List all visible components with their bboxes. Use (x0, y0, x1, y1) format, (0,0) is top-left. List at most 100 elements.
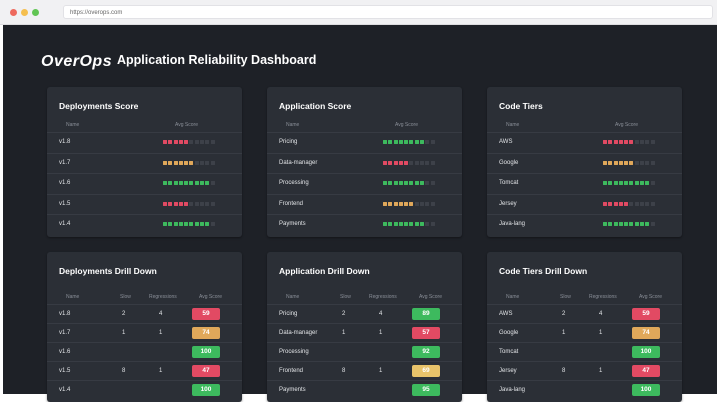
score-row[interactable]: Jersey (487, 193, 682, 215)
score-bar-segment (414, 222, 419, 226)
score-bar-segment (640, 222, 645, 226)
row-regressions: 4 (599, 311, 603, 317)
card-title: Code Tiers (499, 101, 543, 111)
drill-row[interactable]: Frontend 8 1 69 (267, 361, 462, 381)
row-regressions: 4 (159, 311, 163, 317)
score-bar-segment (420, 181, 425, 185)
score-row[interactable]: v1.4 (47, 214, 242, 235)
card-title: Code Tiers Drill Down (499, 266, 588, 276)
score-bar-segment (398, 181, 403, 185)
score-bar-segment (178, 222, 183, 226)
score-row[interactable]: Frontend (267, 193, 462, 215)
score-bar-segment (603, 140, 607, 144)
drill-row[interactable]: v1.7 1 1 74 (47, 323, 242, 343)
score-bar-segment (430, 181, 435, 185)
score-bar-segment (409, 201, 414, 206)
score-bar-segment (634, 181, 639, 185)
score-row[interactable]: Data-manager (267, 152, 462, 174)
score-row[interactable]: Pricing (267, 132, 462, 153)
close-window-button[interactable] (10, 9, 17, 16)
column-header-regressions: Regressions (589, 294, 617, 300)
address-bar[interactable]: https://overops.com (63, 5, 713, 19)
score-bar-segment (640, 140, 645, 144)
row-regressions: 1 (379, 330, 383, 336)
drill-row[interactable]: Google 1 1 74 (487, 323, 682, 343)
score-row[interactable]: v1.6 (47, 173, 242, 194)
maximize-window-button[interactable] (32, 9, 39, 16)
drill-row[interactable]: AWS 2 4 59 (487, 304, 682, 324)
avg-score-badge: 59 (192, 308, 220, 320)
score-row[interactable]: v1.8 (47, 132, 242, 153)
score-bar-segment (640, 201, 645, 206)
score-bar-segment (383, 160, 387, 165)
score-row[interactable]: Processing (267, 173, 462, 194)
score-bar-segment (200, 181, 205, 185)
minimize-window-button[interactable] (21, 9, 28, 16)
score-bar-segment (645, 222, 650, 226)
score-row[interactable]: Java-lang (487, 214, 682, 235)
score-bar-segment (629, 160, 634, 165)
score-bar-segment (388, 222, 393, 226)
score-bar-segment (398, 201, 403, 206)
column-header-name: Name (286, 122, 300, 128)
score-row[interactable]: Google (487, 152, 682, 174)
score-bar-segment (613, 181, 618, 185)
deployments-score-card: Deployments Score Name Avg Score v1.8 v1.7 v1… (47, 87, 242, 237)
score-row[interactable]: AWS (487, 132, 682, 153)
score-bar (603, 201, 656, 206)
score-bar-segment (173, 201, 178, 206)
drill-row[interactable]: v1.4 100 (47, 380, 242, 400)
drill-row[interactable]: Java-lang 100 (487, 380, 682, 400)
score-row[interactable]: Payments (267, 214, 462, 235)
row-regressions: 4 (379, 311, 383, 317)
drill-row[interactable]: v1.5 8 1 47 (47, 361, 242, 381)
score-row[interactable]: v1.7 (47, 152, 242, 174)
drill-row[interactable]: Payments 95 (267, 380, 462, 400)
score-bar-segment (393, 140, 398, 144)
drill-row[interactable]: Jersey 8 1 47 (487, 361, 682, 381)
row-name: v1.6 (59, 180, 71, 186)
score-bar-segment (173, 222, 178, 226)
score-bar-segment (404, 222, 409, 226)
score-bar (163, 140, 216, 144)
drill-row[interactable]: v1.8 2 4 59 (47, 304, 242, 324)
drill-row[interactable]: Tomcat 100 (487, 342, 682, 362)
score-bar-segment (205, 160, 210, 165)
drill-row[interactable]: v1.6 100 (47, 342, 242, 362)
score-bar-segment (210, 181, 215, 185)
score-row[interactable]: v1.5 (47, 193, 242, 215)
score-bar-segment (163, 140, 167, 144)
score-bar (383, 160, 436, 165)
card-title: Deployments Score (59, 101, 139, 111)
score-bar-segment (210, 201, 215, 206)
score-bar-segment (420, 140, 425, 144)
score-bar-segment (624, 201, 629, 206)
score-bar-segment (603, 222, 607, 226)
score-bar (163, 222, 216, 226)
score-bar-segment (404, 160, 409, 165)
avg-score-badge: 69 (412, 365, 440, 377)
score-bar-segment (645, 181, 650, 185)
score-bar-segment (425, 140, 430, 144)
row-regressions: 1 (599, 330, 603, 336)
score-bar-segment (200, 222, 205, 226)
column-header-name: Name (66, 122, 80, 128)
score-bar-segment (603, 181, 607, 185)
browser-toolbar: https://overops.com (0, 0, 717, 25)
score-bar-segment (210, 140, 215, 144)
drill-row[interactable]: Data-manager 1 1 57 (267, 323, 462, 343)
column-header-name: Name (286, 294, 300, 300)
score-bar-segment (178, 140, 183, 144)
score-bar-segment (205, 201, 210, 206)
score-bar-segment (618, 201, 623, 206)
score-bar-segment (618, 140, 623, 144)
score-row[interactable]: Tomcat (487, 173, 682, 194)
score-bar-segment (163, 181, 167, 185)
drill-row[interactable]: Pricing 2 4 89 (267, 304, 462, 324)
drill-row[interactable]: Processing 92 (267, 342, 462, 362)
score-bar-segment (650, 140, 655, 144)
score-bar-segment (184, 201, 189, 206)
column-header-slow: Slow (560, 294, 571, 300)
row-regressions: 1 (599, 368, 603, 374)
code-tiers-drill-down-card: Code Tiers Drill Down Name Slow Regressions… (487, 252, 682, 402)
